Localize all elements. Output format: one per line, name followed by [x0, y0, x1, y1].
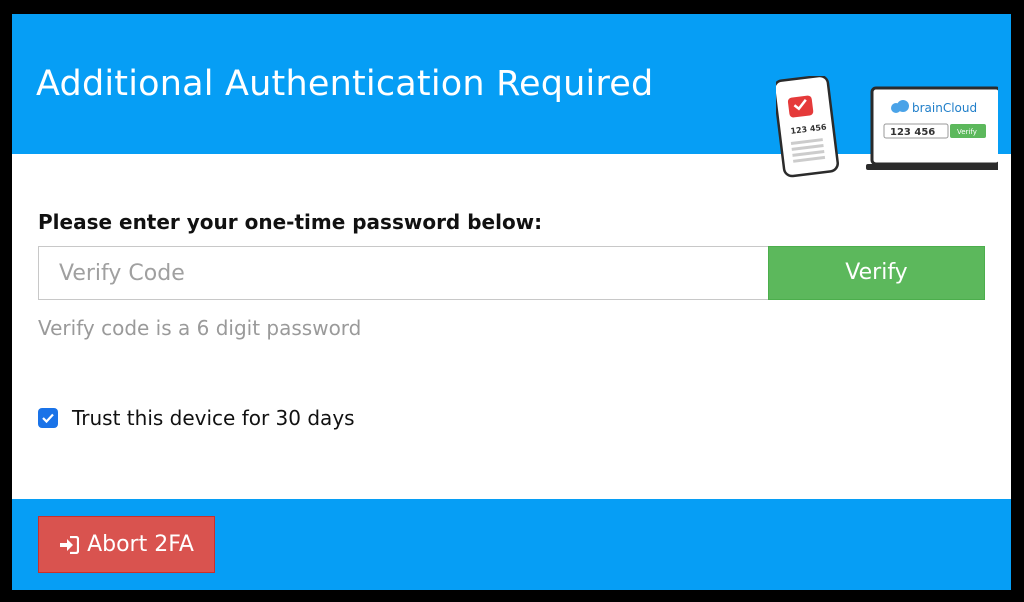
abort-2fa-button[interactable]: Abort 2FA — [38, 516, 215, 573]
trust-device-label: Trust this device for 30 days — [72, 406, 355, 430]
phone-icon: 123 456 — [776, 76, 839, 178]
laptop-brand: brainCloud — [912, 101, 977, 115]
device-illustration: 123 456 brainCloud 123 456 Verify — [776, 76, 998, 178]
abort-2fa-label: Abort 2FA — [87, 532, 194, 557]
trust-device-checkbox[interactable] — [38, 408, 58, 428]
otp-prompt: Please enter your one-time password belo… — [38, 210, 543, 234]
verify-code-input[interactable] — [38, 246, 768, 300]
code-hint: Verify code is a 6 digit password — [38, 316, 362, 340]
laptop-icon: brainCloud 123 456 Verify — [866, 86, 998, 170]
trust-device-row[interactable]: Trust this device for 30 days — [38, 406, 355, 430]
checkmark-icon — [42, 413, 54, 424]
auth-dialog: Additional Authentication Required 123 4… — [12, 14, 1011, 590]
dialog-footer: Abort 2FA — [12, 499, 1011, 590]
verify-button[interactable]: Verify — [768, 246, 985, 300]
laptop-verify: Verify — [957, 128, 977, 136]
sign-in-icon — [59, 535, 80, 554]
dialog-title: Additional Authentication Required — [36, 64, 654, 104]
laptop-code: 123 456 — [890, 127, 935, 138]
